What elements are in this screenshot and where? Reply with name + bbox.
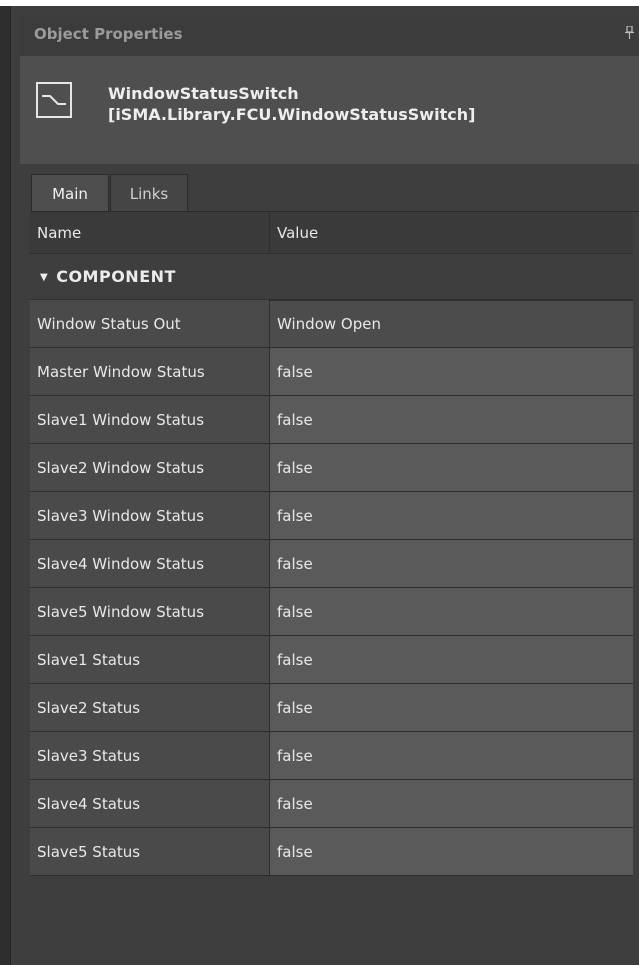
property-value[interactable]: false — [270, 540, 633, 587]
property-name: Slave3 Window Status — [30, 492, 270, 539]
property-name: Slave2 Window Status — [30, 444, 270, 491]
property-row[interactable]: Slave5 Window Status false — [30, 588, 633, 636]
chevron-down-icon[interactable]: ▼ — [40, 272, 48, 283]
property-value[interactable]: false — [270, 348, 633, 395]
property-row[interactable]: Slave5 Status false — [30, 828, 633, 876]
left-dock-strip — [0, 6, 11, 965]
property-row[interactable]: Slave3 Window Status false — [30, 492, 633, 540]
property-value[interactable]: false — [270, 588, 633, 635]
object-name: WindowStatusSwitch — [108, 84, 299, 103]
property-row[interactable]: Slave3 Status false — [30, 732, 633, 780]
property-name: Master Window Status — [30, 348, 270, 395]
property-row[interactable]: Slave2 Window Status false — [30, 444, 633, 492]
property-value[interactable]: false — [270, 684, 633, 731]
property-row[interactable]: Master Window Status false — [30, 348, 633, 396]
property-row[interactable]: Slave4 Status false — [30, 780, 633, 828]
property-name: Slave4 Window Status — [30, 540, 270, 587]
property-value[interactable]: false — [270, 636, 633, 683]
panel-titlebar: Object Properties — [20, 16, 639, 56]
property-row[interactable]: Slave1 Window Status false — [30, 396, 633, 444]
property-grid: Name Value ▼ COMPONENT Window Status Out … — [30, 211, 639, 876]
property-row[interactable]: Slave1 Status false — [30, 636, 633, 684]
property-value[interactable]: false — [270, 828, 633, 875]
pin-icon[interactable] — [625, 25, 634, 43]
property-name: Slave5 Status — [30, 828, 270, 875]
section-component[interactable]: ▼ COMPONENT — [30, 254, 633, 300]
property-value[interactable]: false — [270, 492, 633, 539]
property-name: Slave4 Status — [30, 780, 270, 827]
property-row[interactable]: Window Status Out Window Open — [30, 300, 633, 348]
property-name: Window Status Out — [30, 300, 270, 347]
grid-empty-area — [30, 886, 633, 965]
property-name: Slave5 Window Status — [30, 588, 270, 635]
property-name: Slave2 Status — [30, 684, 270, 731]
property-row[interactable]: Slave2 Status false — [30, 684, 633, 732]
column-header-row: Name Value — [30, 212, 633, 254]
property-value[interactable]: false — [270, 732, 633, 779]
tab-links[interactable]: Links — [110, 174, 188, 211]
object-header: WindowStatusSwitch [iSMA.Library.FCU.Win… — [20, 56, 639, 164]
object-title: WindowStatusSwitch [iSMA.Library.FCU.Win… — [108, 83, 475, 125]
property-row[interactable]: Slave4 Window Status false — [30, 540, 633, 588]
property-value[interactable]: false — [270, 396, 633, 443]
object-properties-panel: Object Properties WindowStatusSwitch [iS… — [0, 6, 639, 965]
property-value[interactable]: Window Open — [270, 300, 633, 347]
column-header-value[interactable]: Value — [270, 212, 633, 253]
section-label: ▼ COMPONENT — [40, 267, 176, 286]
property-name: Slave1 Status — [30, 636, 270, 683]
panel-title: Object Properties — [34, 25, 183, 43]
tab-bar: Main Links — [20, 166, 639, 211]
tab-main[interactable]: Main — [31, 174, 109, 211]
property-value[interactable]: false — [270, 444, 633, 491]
property-name: Slave3 Status — [30, 732, 270, 779]
switch-icon — [36, 82, 72, 118]
property-value[interactable]: false — [270, 780, 633, 827]
object-type: [iSMA.Library.FCU.WindowStatusSwitch] — [108, 105, 476, 124]
column-header-name[interactable]: Name — [30, 212, 270, 253]
property-name: Slave1 Window Status — [30, 396, 270, 443]
